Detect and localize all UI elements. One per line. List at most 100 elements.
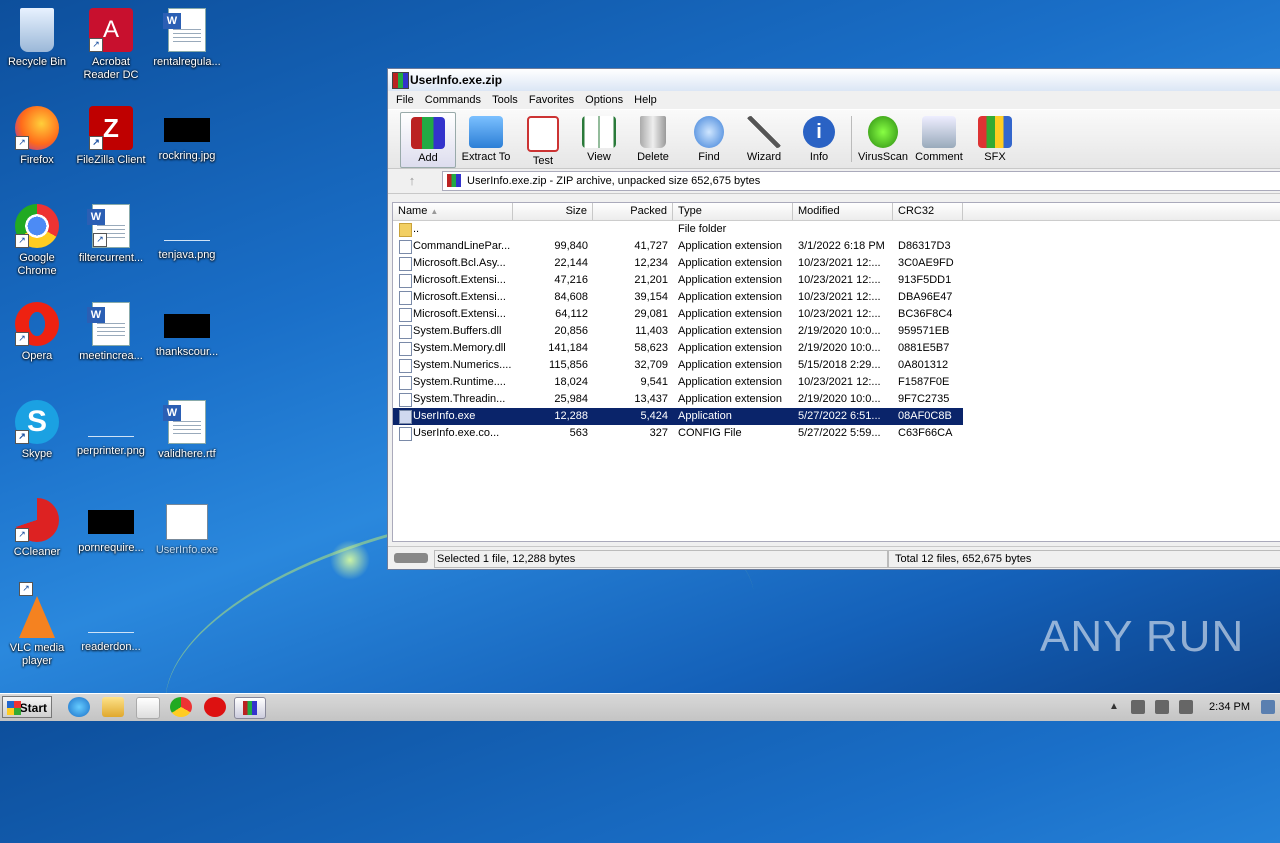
info-button[interactable]: i Info [792, 112, 846, 166]
column-header-modified[interactable]: Modified [793, 203, 893, 220]
word-document-icon: W [163, 400, 206, 444]
menu-options[interactable]: Options [585, 91, 623, 109]
column-header-crc32[interactable]: CRC32 [893, 203, 963, 220]
desktop-icon-thankscour[interactable]: thankscour... [150, 302, 224, 359]
show-hidden-icons-icon[interactable]: ▲ [1109, 700, 1119, 714]
desktop-icon-pornrequire[interactable]: pornrequire... [74, 498, 148, 555]
find-button[interactable]: Find [682, 112, 736, 166]
image-thumbnail [164, 314, 210, 338]
cell-packed: 41,727 [634, 240, 668, 252]
column-header-name[interactable]: Name ▲ [393, 203, 513, 220]
desktop-icon-rentalregula[interactable]: W rentalregula... [150, 8, 224, 69]
menu-file[interactable]: File [396, 91, 414, 109]
desktop-icon-meetincrea[interactable]: W meetincrea... [74, 302, 148, 363]
up-arrow-icon[interactable]: ↑ [394, 172, 430, 190]
column-header-type[interactable]: Type [673, 203, 793, 220]
desktop-icon-skype[interactable]: S ↗ Skype [0, 400, 74, 461]
desktop-icon-readerdon[interactable]: readerdon... [74, 596, 148, 654]
cell-modified: 10/23/2021 12:... [798, 291, 881, 303]
menu-help[interactable]: Help [634, 91, 657, 109]
virusscan-button[interactable]: VirusScan [856, 112, 910, 166]
desktop-icon-recycle-bin[interactable]: Recycle Bin [0, 8, 74, 69]
table-row[interactable]: System.Numerics.... 115,856 32,709 Applicat… [393, 357, 1280, 374]
cell-name: Microsoft.Extensi... [413, 274, 506, 286]
extract-to-button[interactable]: Extract To [459, 112, 513, 166]
desktop-icon-firefox[interactable]: ↗ Firefox [0, 106, 74, 167]
cell-crc: 913F5DD1 [898, 274, 952, 286]
table-row[interactable]: System.Memory.dll 141,184 58,623 Applicatio… [393, 340, 1280, 357]
table-row[interactable]: System.Runtime.... 18,024 9,541 Application… [393, 374, 1280, 391]
cell-type: Application extension [678, 291, 782, 303]
column-header-packed[interactable]: Packed [593, 203, 673, 220]
sfx-button[interactable]: SFX [968, 112, 1022, 166]
network-icon[interactable] [1155, 700, 1169, 714]
table-row[interactable]: Microsoft.Bcl.Asy... 22,144 12,234 Applicat… [393, 255, 1280, 272]
desktop-icon-filezilla[interactable]: Z ↗ FileZilla Client [74, 106, 148, 167]
desktop-icon-vlc[interactable]: ↗ VLC media player [0, 582, 74, 668]
desktop-icon-filtercurrent[interactable]: W ↗ filtercurrent... [74, 204, 148, 265]
table-row[interactable]: Microsoft.Extensi... 84,608 39,154 Applicat… [393, 289, 1280, 306]
window-titlebar[interactable]: UserInfo.exe.zip [388, 69, 1280, 91]
desktop-icon-tenjava[interactable]: tenjava.png [150, 204, 224, 262]
internet-explorer-icon[interactable] [68, 697, 90, 717]
speaker-icon[interactable] [1131, 700, 1145, 714]
desktop-icon-userinfo[interactable]: UserInfo.exe [150, 498, 224, 557]
wizard-button[interactable]: Wizard [737, 112, 791, 166]
cell-name: Microsoft.Extensi... [413, 291, 506, 303]
table-row[interactable]: Microsoft.Extensi... 47,216 21,201 Applicat… [393, 272, 1280, 289]
desktop-icon-label: rockring.jpg [158, 150, 216, 162]
media-player-icon[interactable] [136, 697, 160, 719]
chrome-taskbar-icon[interactable] [170, 697, 192, 717]
table-row[interactable]: UserInfo.exe.co... 563 327 CONFIG File 5/27/… [393, 425, 1280, 442]
view-button[interactable]: View [572, 112, 626, 166]
table-row[interactable]: System.Buffers.dll 20,856 11,403 Applicatio… [393, 323, 1280, 340]
table-row[interactable]: UserInfo.exe 12,288 5,424 Application 5/27/2… [393, 408, 963, 425]
file-explorer-icon[interactable] [102, 697, 124, 717]
cell-type: CONFIG File [678, 427, 742, 439]
magnifier-icon [694, 116, 724, 148]
start-button[interactable]: Start [2, 696, 52, 718]
cell-modified: 2/19/2020 10:0... [798, 393, 881, 405]
desktop-icon-validhere[interactable]: W validhere.rtf [150, 400, 224, 461]
desktop-icon-chrome[interactable]: ↗ Google Chrome [0, 204, 74, 278]
desktop-icon-ccleaner[interactable]: ↗ CCleaner [0, 498, 74, 559]
image-thumbnail [88, 608, 134, 633]
desktop-icon-label: thankscour... [155, 346, 219, 358]
cell-type: Application extension [678, 308, 782, 320]
desktop-icon-opera[interactable]: ↗ Opera [0, 302, 74, 363]
cell-packed: 58,623 [634, 342, 668, 354]
cell-modified: 10/23/2021 12:... [798, 376, 881, 388]
action-center-flag-icon[interactable] [1179, 700, 1193, 714]
table-row[interactable]: .. File folder [393, 221, 1280, 238]
cell-type: Application [678, 410, 732, 422]
opera-taskbar-icon[interactable] [204, 697, 226, 717]
table-row[interactable]: CommandLinePar... 99,840 41,727 Application… [393, 238, 1280, 255]
word-document-icon: W ↗ [87, 204, 130, 248]
comment-button[interactable]: Comment [912, 112, 966, 166]
clock[interactable]: 2:34 PM [1209, 696, 1250, 718]
winrar-taskbar-button[interactable] [234, 697, 266, 719]
cell-type: Application extension [678, 274, 782, 286]
delete-button[interactable]: Delete [626, 112, 680, 166]
menu-commands[interactable]: Commands [425, 91, 481, 109]
show-desktop-icon[interactable] [1261, 700, 1275, 714]
cell-type: Application extension [678, 376, 782, 388]
address-field[interactable]: UserInfo.exe.zip - ZIP archive, unpacked… [442, 171, 1280, 191]
desktop-icon-perprinter[interactable]: perprinter.png [74, 400, 148, 458]
table-row[interactable]: System.Threadin... 25,984 13,437 Applicatio… [393, 391, 1280, 408]
word-document-icon: W [163, 8, 206, 52]
table-row[interactable]: Microsoft.Extensi... 64,112 29,081 Applicat… [393, 306, 1280, 323]
cell-size: 141,184 [548, 342, 588, 354]
cell-packed [593, 221, 673, 238]
test-button[interactable]: Test [516, 112, 570, 167]
menu-tools[interactable]: Tools [492, 91, 518, 109]
column-header-size[interactable]: Size [513, 203, 593, 220]
desktop-icon-label: UserInfo.exe [155, 544, 219, 556]
add-button[interactable]: Add [400, 112, 456, 168]
menu-favorites[interactable]: Favorites [529, 91, 574, 109]
desktop-icon-acrobat[interactable]: A ↗ Acrobat Reader DC [74, 8, 148, 82]
desktop-icon-rockring[interactable]: rockring.jpg [150, 106, 224, 163]
firefox-icon: ↗ [15, 106, 59, 150]
cell-size: 22,144 [554, 257, 588, 269]
trash-can-icon [640, 116, 666, 148]
